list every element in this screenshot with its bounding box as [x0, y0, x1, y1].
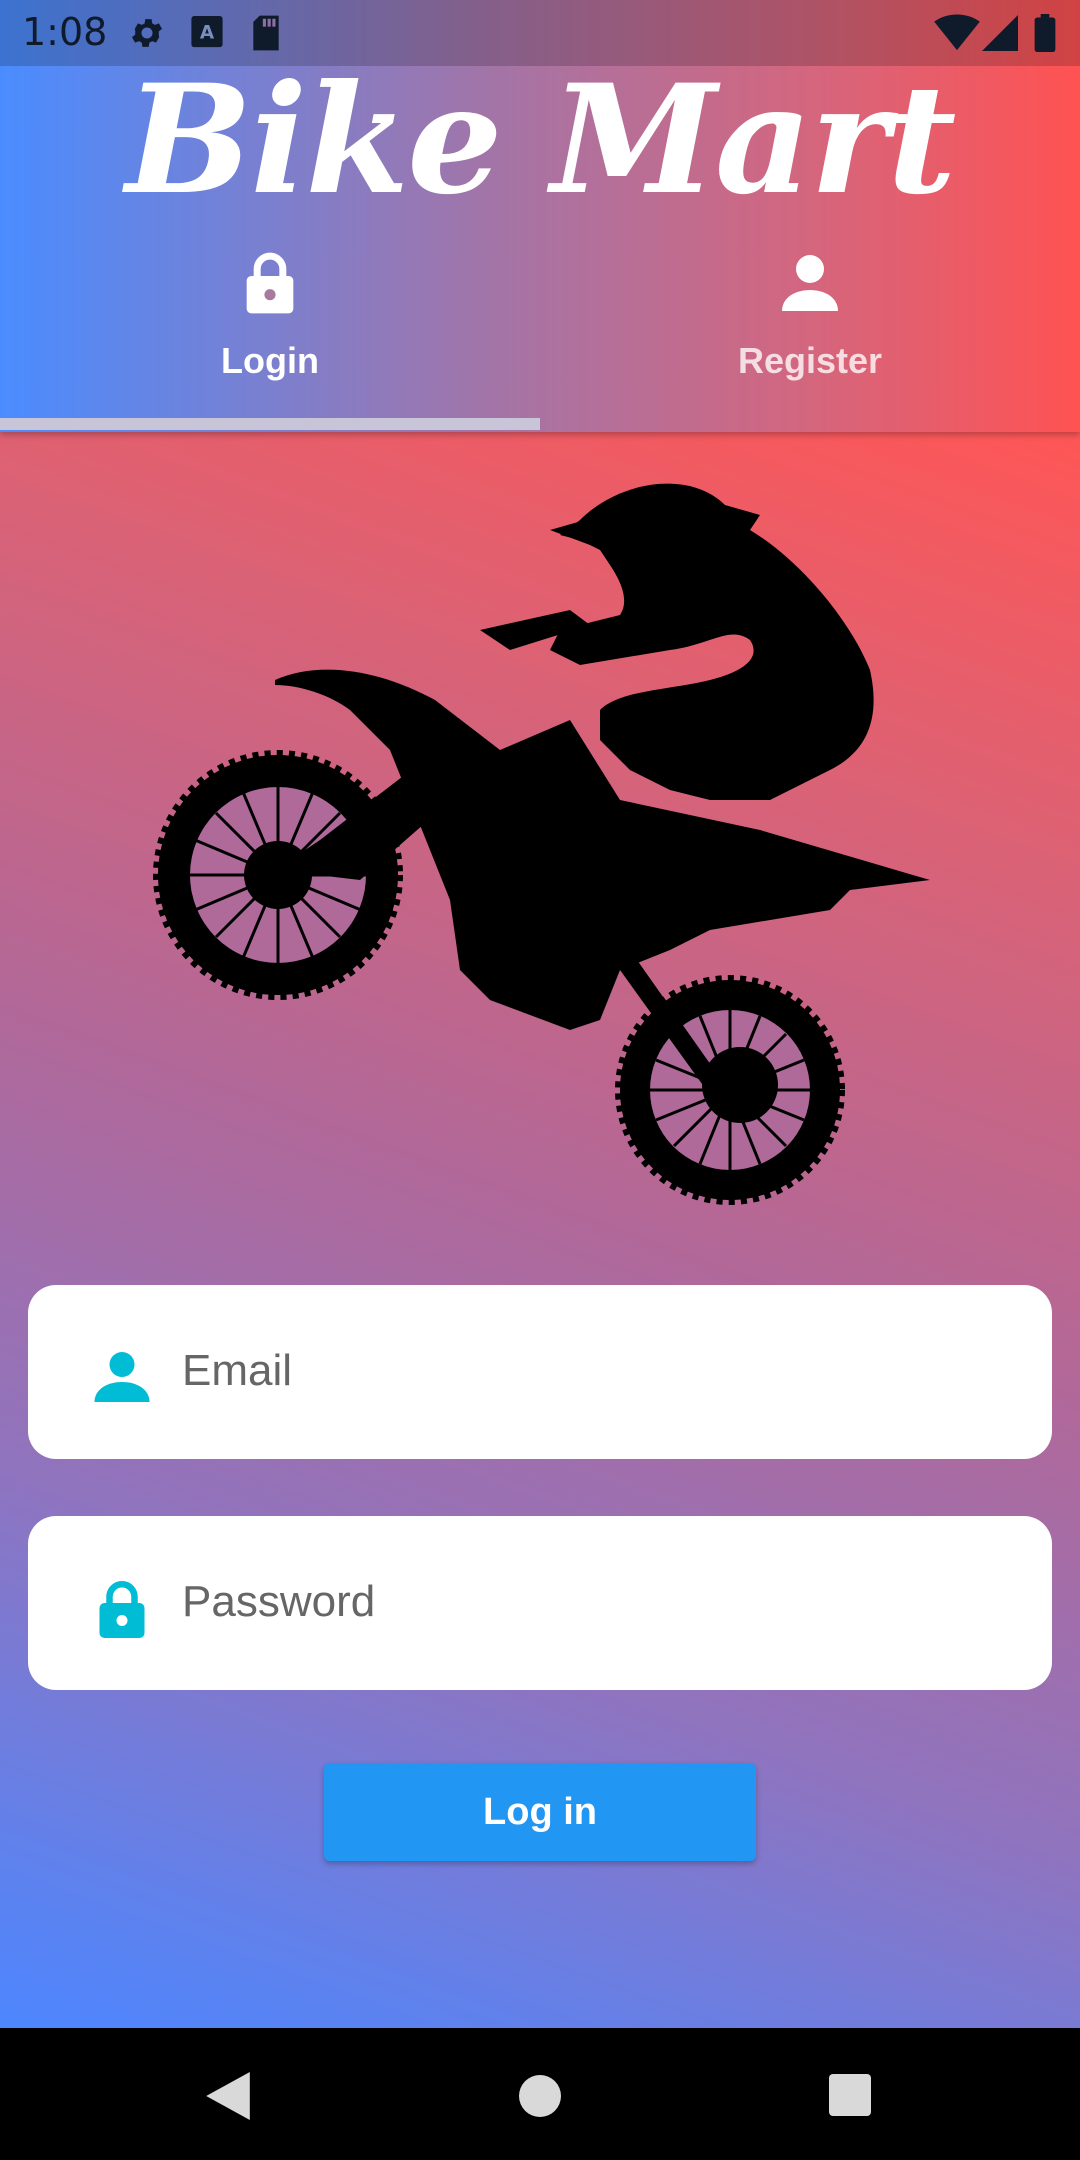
lock-icon — [246, 252, 294, 314]
email-input[interactable] — [180, 1325, 1004, 1417]
motocross-rider-illustration — [153, 483, 930, 1205]
tab-login[interactable]: Login — [0, 240, 540, 420]
tab-indicator — [0, 418, 540, 430]
app-screen: 1:08 A Bike Mart Login Register Email Lo… — [0, 0, 1080, 2028]
keyboard-a-icon: A — [191, 16, 223, 48]
sd-card-icon — [253, 15, 279, 51]
wifi-icon — [934, 14, 980, 51]
signal-icon — [982, 15, 1018, 51]
password-field[interactable] — [28, 1516, 1052, 1690]
app-title: Bike Mart — [125, 52, 957, 228]
status-time: 1:08 — [22, 10, 108, 54]
home-icon[interactable] — [519, 2075, 561, 2117]
person-icon — [94, 1352, 150, 1402]
gear-icon — [131, 19, 163, 47]
tab-register[interactable]: Register — [540, 240, 1080, 420]
lock-icon — [99, 1581, 145, 1638]
email-field[interactable] — [28, 1285, 1052, 1459]
login-button[interactable]: Log in — [324, 1763, 756, 1861]
password-input[interactable] — [180, 1556, 1004, 1648]
battery-icon — [1034, 14, 1056, 52]
svg-text:A: A — [200, 23, 215, 44]
tab-register-label: Register — [737, 340, 883, 381]
person-icon — [782, 255, 838, 311]
status-bar: 1:08 A — [0, 0, 1080, 66]
back-icon[interactable] — [206, 2072, 250, 2120]
recents-icon[interactable] — [829, 2074, 871, 2116]
tab-login-label: Login — [221, 340, 319, 381]
